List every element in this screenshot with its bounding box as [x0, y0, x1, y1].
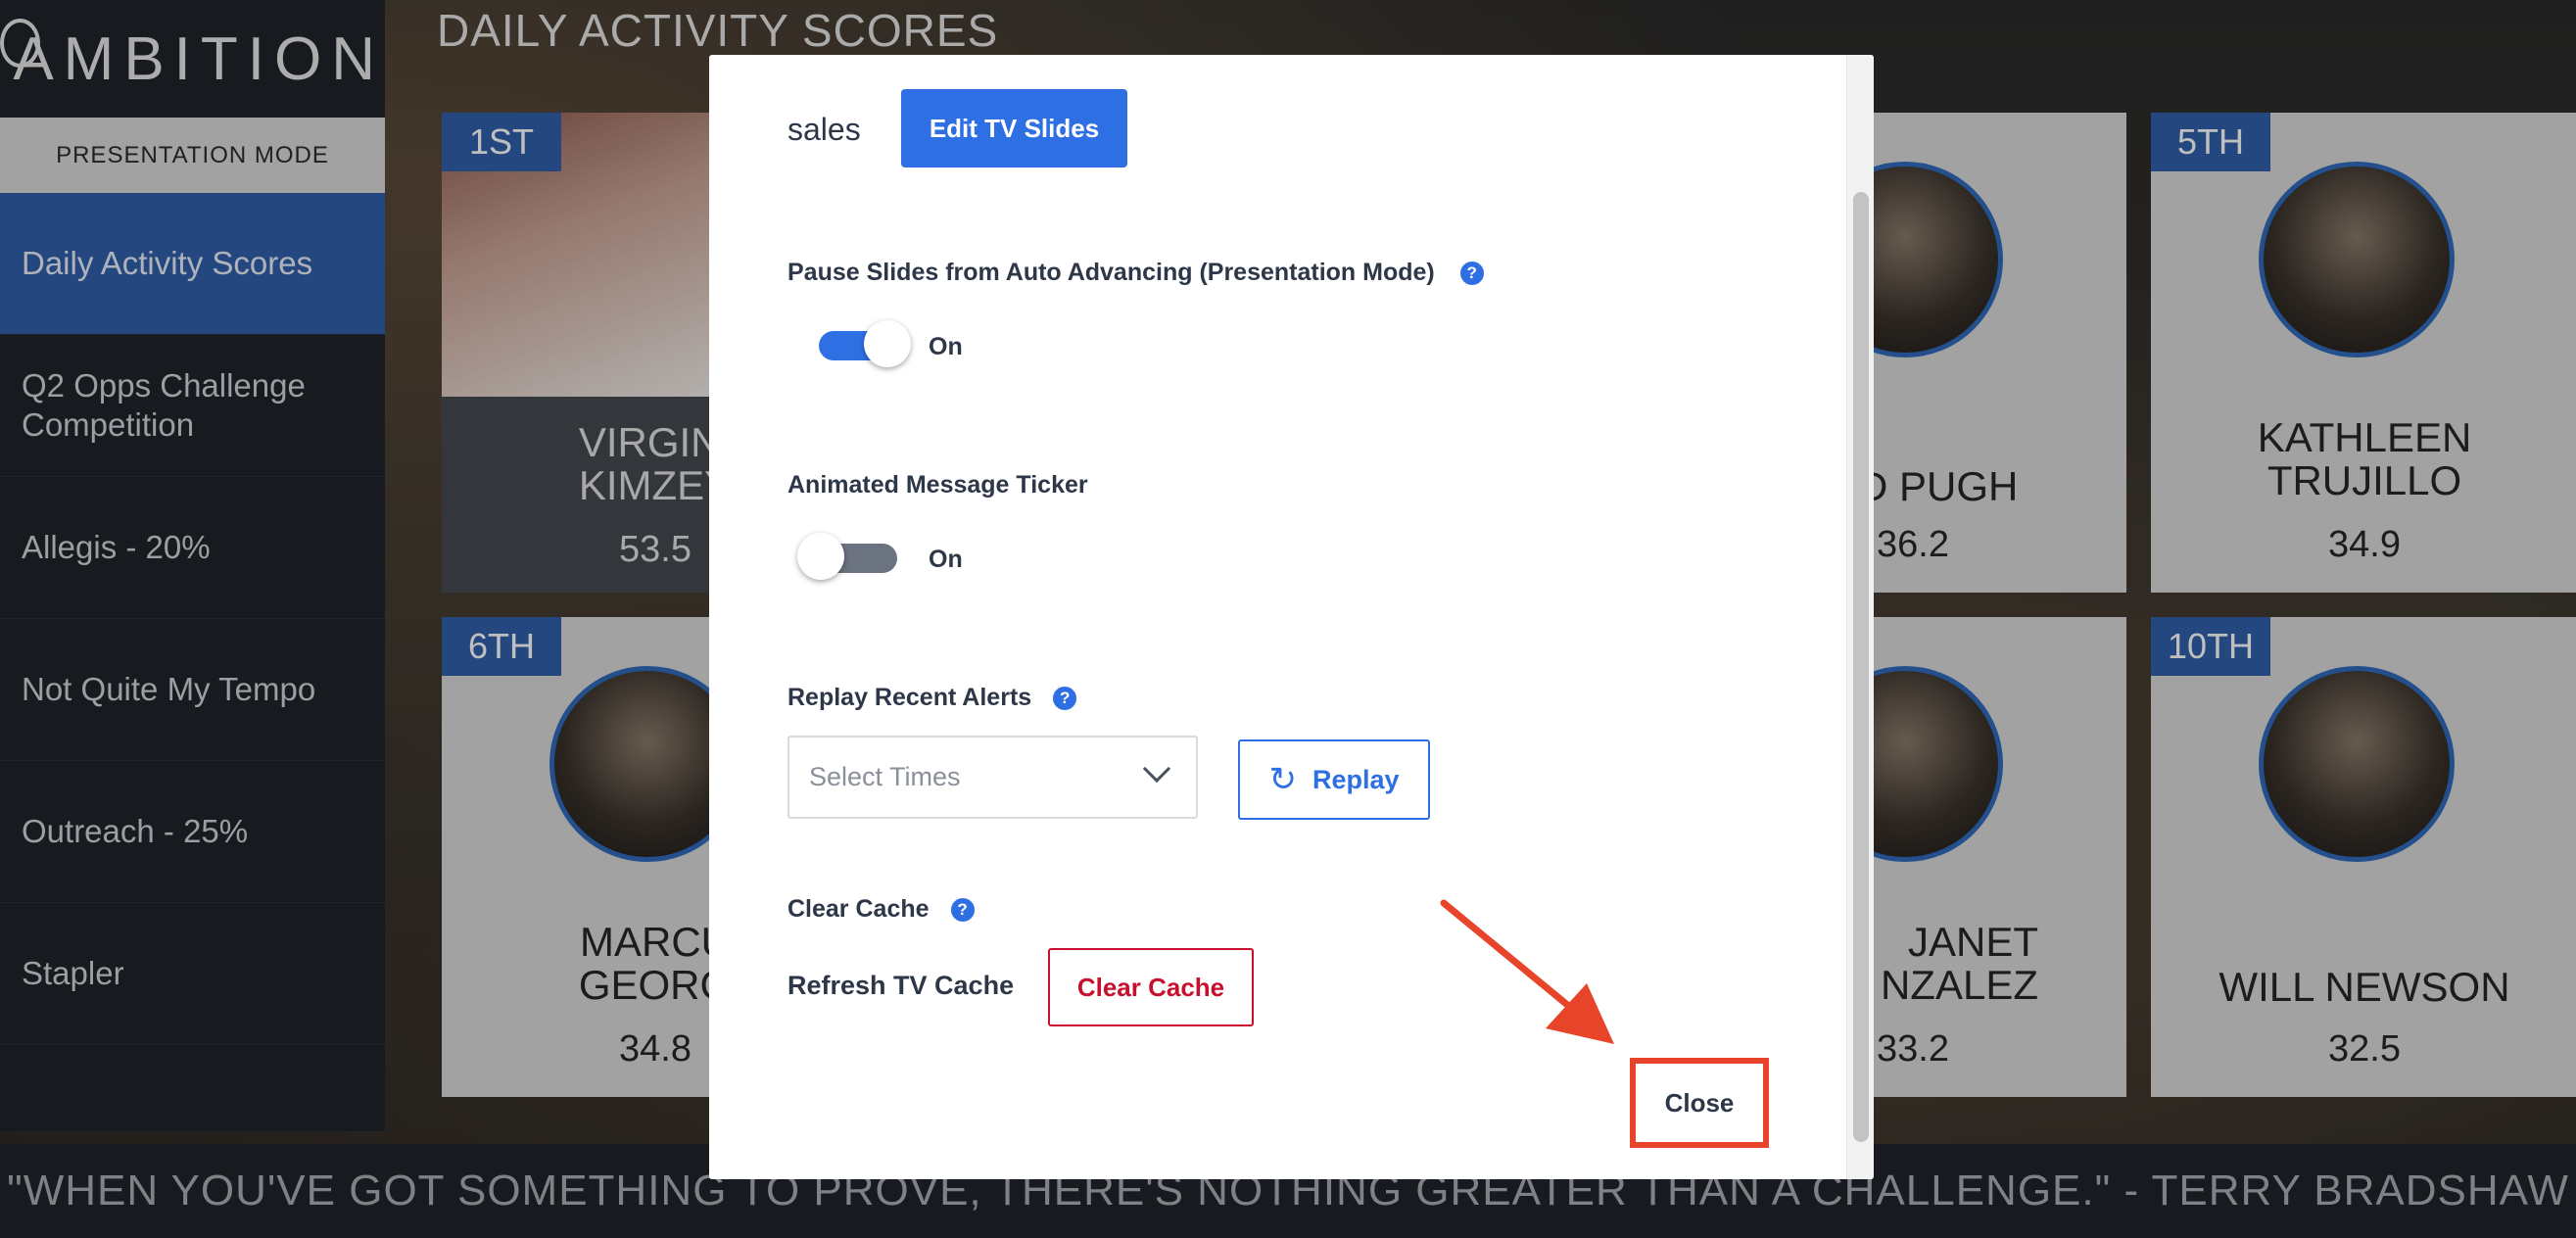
scrollbar-thumb[interactable] [1853, 192, 1869, 1142]
toggle-knob [797, 533, 844, 580]
select-times-placeholder: Select Times [809, 762, 961, 791]
ticker-label: Animated Message Ticker [787, 471, 1088, 500]
clear-cache-button[interactable]: Clear Cache [1048, 948, 1254, 1026]
tv-settings-modal: sales Edit TV Slides Pause Slides from A… [709, 55, 1874, 1179]
pause-slides-label: Pause Slides from Auto Advancing (Presen… [787, 259, 1484, 287]
edit-tv-slides-button[interactable]: Edit TV Slides [901, 89, 1127, 167]
help-icon[interactable]: ? [1459, 261, 1484, 285]
refresh-icon: ↻ [1268, 761, 1297, 798]
select-times-dropdown[interactable]: Select Times [787, 736, 1198, 819]
replay-alerts-label: Replay Recent Alerts ? [787, 684, 1077, 712]
close-button[interactable]: Close [1630, 1058, 1769, 1148]
red-arrow-icon [1440, 899, 1614, 1044]
replay-button[interactable]: ↻ Replay [1238, 739, 1430, 820]
help-icon[interactable]: ? [1053, 686, 1077, 710]
modal-scrollbar[interactable] [1846, 55, 1874, 1179]
replay-alerts-label-text: Replay Recent Alerts [787, 684, 1032, 711]
toggle-knob [864, 320, 911, 367]
clear-cache-label: Clear Cache ? [787, 895, 975, 924]
pause-slides-toggle[interactable] [819, 320, 911, 367]
ticker-label-text: Animated Message Ticker [787, 471, 1088, 499]
replay-button-label: Replay [1312, 764, 1400, 794]
pause-slides-toggle-text: On [929, 333, 963, 360]
chevron-down-icon [1142, 754, 1171, 784]
animated-ticker-toggle-text: On [929, 546, 963, 573]
pause-slides-label-text: Pause Slides from Auto Advancing (Presen… [787, 259, 1435, 286]
refresh-tv-cache-label: Refresh TV Cache [787, 971, 1015, 1000]
animated-ticker-toggle[interactable] [797, 533, 897, 580]
team-name: sales [787, 112, 861, 147]
help-icon[interactable]: ? [950, 897, 975, 922]
clear-cache-label-text: Clear Cache [787, 895, 930, 923]
